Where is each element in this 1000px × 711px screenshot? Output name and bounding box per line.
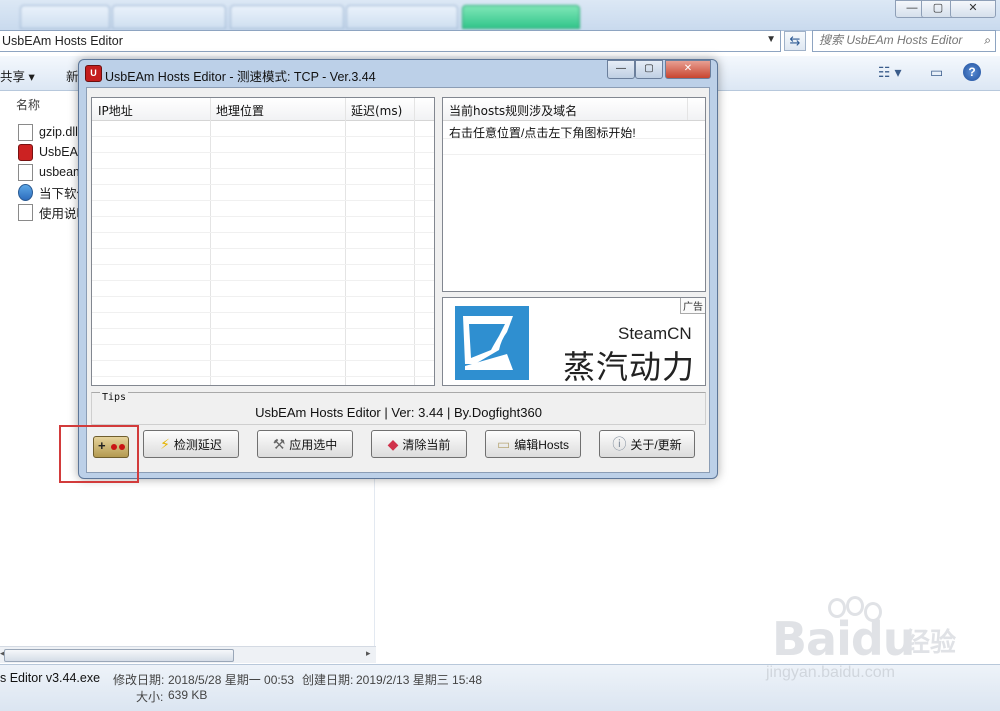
dialog-body: IP地址 地理位置 延迟(ms) 当前hosts规则涉及域名 右击任意位置/点击… [86,87,710,473]
usbeam-dialog: U UsbEAm Hosts Editor - 测速模式: TCP - Ver.… [78,59,718,479]
column-header-name[interactable]: 名称 [16,96,40,113]
rules-list-header: 当前hosts规则涉及域名 [443,98,705,121]
steamcn-ad[interactable]: 广告 SteamCN 蒸汽动力 [442,297,706,386]
share-menu[interactable]: 共享 ▾ [0,66,35,85]
grid-line [92,232,434,233]
text-file-icon [18,203,33,221]
app-icon [18,143,33,161]
grid-line [92,328,434,329]
button-row: + ⚡ 检测延迟 ⚒ 应用选中 ◆ 清除当前 ▭ 编辑Hosts ⓘ 关于/更新 [87,430,709,464]
tips-group: Tips UsbEAm Hosts Editor | Ver: 3.44 | B… [91,392,706,425]
created-value: 2019/2/13 星期三 15:48 [356,673,483,687]
grid-line [92,344,434,345]
grid-line [92,280,434,281]
grid-line [92,168,434,169]
about-update-button[interactable]: ⓘ 关于/更新 [599,430,695,458]
scroll-right-icon[interactable]: ▸ [366,648,371,659]
notepad-icon: ▭ [497,435,511,452]
blurred-tab[interactable] [112,5,226,29]
selected-file-name: s Editor v3.44.exe [0,671,101,685]
grid-line [92,296,434,297]
size-label: 大小: [136,690,164,704]
grid-line [92,152,434,153]
column-rules[interactable]: 当前hosts规则涉及域名 [449,102,577,119]
ad-brand-en: SteamCN [618,324,692,343]
address-bar[interactable]: UsbEAm Hosts Editor ▼ [0,30,781,52]
config-file-icon [18,163,33,181]
test-latency-button[interactable]: ⚡ 检测延迟 [143,430,239,458]
blurred-tab[interactable] [346,5,458,29]
info-icon: ⓘ [612,436,627,452]
browser-tab-strip: — ▢ ✕ [0,0,1000,31]
blurred-tab[interactable] [230,5,344,29]
ip-list[interactable]: IP地址 地理位置 延迟(ms) [91,97,435,386]
shortcut-icon [18,183,33,201]
grid-line [92,184,434,185]
lightning-icon: ⚡ [160,435,170,452]
modified-label: 修改日期: [113,673,165,687]
grid-line [443,154,705,155]
search-input[interactable] [813,31,977,49]
refresh-icon[interactable]: ⇆ [784,31,806,51]
scrollbar-thumb[interactable] [4,649,234,662]
watermark-url: jingyan.baidu.com [766,664,895,681]
apply-selected-button[interactable]: ⚒ 应用选中 [257,430,353,458]
usbeam-app-icon: U [85,65,102,82]
grid-line [92,248,434,249]
grid-line [92,216,434,217]
column-latency[interactable]: 延迟(ms) [351,102,402,119]
modified-value: 2018/5/28 星期一 00:53 [168,673,295,687]
baidu-watermark: Baidu 经验 jingyan.baidu.com [766,596,996,692]
dialog-close-button[interactable]: ✕ [665,60,711,79]
grid-line [92,200,434,201]
clear-current-button[interactable]: ◆ 清除当前 [371,430,467,458]
new-folder-button[interactable]: 新 [66,66,79,85]
hammer-icon: ⚒ [272,435,286,452]
watermark-brand-cn: 经验 [904,627,957,657]
dialog-title: UsbEAm Hosts Editor - 测速模式: TCP - Ver.3.… [105,70,376,84]
horizontal-scrollbar[interactable]: ◂ ▸ [0,646,376,663]
grid-line [443,138,705,139]
document-icon [18,123,33,141]
grid-line [92,376,434,377]
help-icon[interactable]: ? [963,63,981,81]
eraser-icon: ◆ [387,435,399,452]
column-divider [210,98,211,385]
search-box[interactable]: ⌕ [812,30,996,52]
grid-line [92,264,434,265]
hosts-rules-list[interactable]: 当前hosts规则涉及域名 右击任意位置/点击左下角图标开始! [442,97,706,292]
tips-label: Tips [100,392,129,403]
view-options-icon[interactable]: ☷ ▾ [878,64,901,81]
ad-tag: 广告 [680,298,705,314]
edit-hosts-button[interactable]: ▭ 编辑Hosts [485,430,581,458]
annotation-highlight-box [59,425,139,483]
column-ip[interactable]: IP地址 [98,102,133,119]
address-text: UsbEAm Hosts Editor [2,34,123,48]
column-divider [414,98,415,385]
tips-text: UsbEAm Hosts Editor | Ver: 3.44 | By.Dog… [255,405,542,420]
size-value: 639 KB [168,688,208,702]
steamcn-logo-icon [455,306,529,380]
chevron-down-icon[interactable]: ▼ [766,34,776,45]
column-divider [687,98,688,120]
watermark-brand: Baidu [772,612,916,666]
column-location[interactable]: 地理位置 [216,102,264,119]
dialog-minimize-button[interactable]: — [607,60,635,79]
blurred-tab-active[interactable] [462,5,580,29]
grid-line [92,360,434,361]
blurred-tab[interactable] [20,5,110,29]
created-label: 创建日期: [302,673,354,687]
ad-brand-cn: 蒸汽动力 [563,349,696,385]
column-divider [345,98,346,385]
grid-line [92,136,434,137]
search-icon[interactable]: ⌕ [984,33,991,48]
close-button[interactable]: ✕ [950,0,996,18]
grid-line [92,312,434,313]
preview-pane-icon[interactable]: ▭ [930,64,943,81]
ip-list-header: IP地址 地理位置 延迟(ms) [92,98,434,121]
dialog-maximize-button[interactable]: ▢ [635,60,663,79]
